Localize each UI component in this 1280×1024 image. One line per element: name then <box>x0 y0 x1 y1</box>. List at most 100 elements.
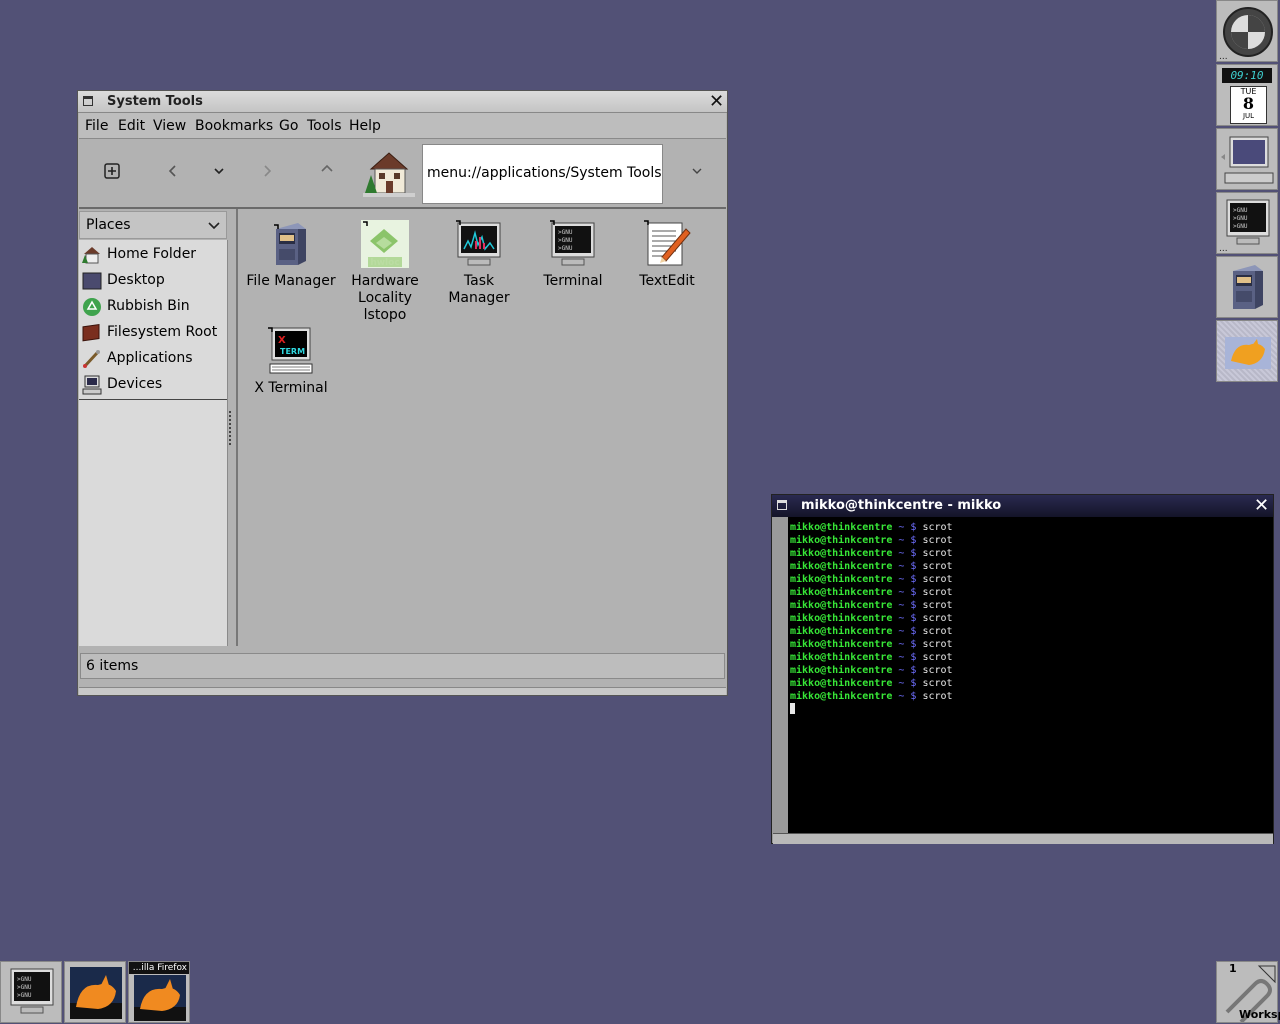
terminal-window: mikko@thinkcentre - mikko ✕ mikko@thinkc… <box>771 494 1274 844</box>
svg-text:>GNU: >GNU <box>558 237 573 244</box>
dock-desktop-tile[interactable] <box>1216 128 1278 190</box>
svg-text:>GNU: >GNU <box>558 229 573 236</box>
computer-icon <box>1221 136 1274 184</box>
sidebar-item-filesystem-root[interactable]: Filesystem Root <box>79 320 227 346</box>
places-selector[interactable]: Places <box>79 211 227 239</box>
workspace-pager[interactable]: 1 Worksp <box>1216 961 1280 1023</box>
terminal-scrollbar[interactable] <box>773 517 788 833</box>
file-cabinet-icon <box>1233 265 1263 309</box>
terminal-output[interactable]: mikko@thinkcentre ~ $ scrot mikko@thinkce… <box>788 517 1273 833</box>
hwloc-icon: hwloc <box>360 219 410 269</box>
svg-text:>GNU: >GNU <box>1233 207 1248 214</box>
places-sidebar: Home Folder Desktop Rubbish Bin Filesyst… <box>79 240 228 646</box>
up-icon[interactable] <box>315 161 339 181</box>
dock-terminal-tile[interactable]: >GNU >GNU >GNU ... <box>1216 192 1278 254</box>
terminal-line: mikko@thinkcentre ~ $ scrot <box>790 574 953 585</box>
menu-view[interactable]: View <box>153 118 186 134</box>
item-x-terminal[interactable]: X TERM X Terminal <box>244 326 338 397</box>
places-title: Places <box>86 217 131 233</box>
terminal-line: mikko@thinkcentre ~ $ scrot <box>790 626 953 637</box>
dock-dots: ... <box>1219 244 1228 254</box>
dock-app-tile[interactable]: ... <box>1216 0 1278 62</box>
menu-tools[interactable]: Tools <box>307 118 342 134</box>
item-textedit[interactable]: TextEdit <box>620 219 714 290</box>
terminal-line: mikko@thinkcentre ~ $ scrot <box>790 522 953 533</box>
toolbar: menu://applications/System Tools <box>79 139 726 209</box>
sidebar-item-applications[interactable]: Applications <box>79 346 227 372</box>
status-bar: 6 items <box>80 653 725 679</box>
system-logo-icon <box>1223 7 1273 57</box>
new-tab-icon[interactable] <box>100 163 124 183</box>
home-folder-icon <box>82 247 100 264</box>
sidebar-item-rubbish-bin[interactable]: Rubbish Bin <box>79 294 227 320</box>
taskbar-terminal[interactable]: >GNU >GNU >GNU <box>0 961 62 1023</box>
terminal-title: mikko@thinkcentre - mikko <box>801 498 1002 513</box>
terminal-line: mikko@thinkcentre ~ $ scrot <box>790 678 953 689</box>
terminal-title-bar[interactable]: mikko@thinkcentre - mikko ✕ <box>772 495 1273 517</box>
svg-text:X: X <box>278 335 286 346</box>
terminal-icon: >GNU>GNU>GNU <box>10 968 54 1014</box>
sidebar-item-home-folder[interactable]: Home Folder <box>79 242 227 268</box>
location-input[interactable]: menu://applications/System Tools <box>422 144 663 204</box>
taskbar-firefox-active[interactable]: ...illa Firefox <box>128 961 190 1023</box>
history-dropdown-icon[interactable] <box>207 163 231 183</box>
window-menu-icon[interactable] <box>777 500 787 510</box>
pane-resize-handle[interactable] <box>229 411 235 445</box>
dock-file-manager-tile[interactable] <box>1216 256 1278 318</box>
menu-bookmarks[interactable]: Bookmarks <box>195 118 273 134</box>
text-editor-icon <box>642 219 692 269</box>
menu-file[interactable]: File <box>85 118 108 134</box>
close-icon[interactable]: ✕ <box>1254 497 1269 515</box>
item-terminal[interactable]: >GNU >GNU >GNU Terminal <box>526 219 620 290</box>
back-icon[interactable] <box>161 163 185 183</box>
menu-bar: File Edit View Bookmarks Go Tools Help <box>79 113 726 139</box>
terminal-line: mikko@thinkcentre ~ $ scrot <box>790 691 953 702</box>
file-cabinet-icon <box>266 219 316 269</box>
item-file-manager[interactable]: File Manager <box>244 219 338 290</box>
terminal-line: mikko@thinkcentre ~ $ scrot <box>790 652 953 663</box>
firefox-icon <box>70 967 122 1019</box>
close-icon[interactable]: ✕ <box>709 93 724 111</box>
location-dropdown-icon[interactable] <box>685 163 709 183</box>
taskbar-window-label: ...illa Firefox <box>129 962 189 974</box>
menu-go[interactable]: Go <box>279 118 298 134</box>
svg-text:>GNU: >GNU <box>1233 223 1248 230</box>
terminal-line: mikko@thinkcentre ~ $ scrot <box>790 561 953 572</box>
home-icon[interactable] <box>363 147 415 199</box>
file-manager-window: System Tools ✕ File Edit View Bookmarks … <box>77 90 728 696</box>
item-hardware-locality[interactable]: hwloc Hardware Locality lstopo <box>338 219 432 324</box>
firefox-icon <box>134 975 186 1021</box>
desktop-icon <box>82 272 102 290</box>
window-menu-icon[interactable] <box>83 96 93 106</box>
terminal-icon: >GNU>GNU>GNU <box>1226 199 1270 245</box>
terminal-resize-bar[interactable] <box>773 833 1273 844</box>
svg-text:>GNU: >GNU <box>1233 215 1248 222</box>
terminal-line: mikko@thinkcentre ~ $ scrot <box>790 535 953 546</box>
workspace-label: Worksp <box>1239 1008 1280 1021</box>
terminal-cursor <box>790 703 795 714</box>
dock-firefox-tile[interactable] <box>1216 320 1278 382</box>
terminal-cursor-line <box>790 703 1273 718</box>
sidebar-item-desktop[interactable]: Desktop <box>79 268 227 294</box>
title-bar[interactable]: System Tools ✕ <box>78 91 727 113</box>
menu-edit[interactable]: Edit <box>118 118 145 134</box>
item-count: 6 items <box>86 658 139 674</box>
forward-icon[interactable] <box>255 163 279 183</box>
filesystem-icon <box>82 324 100 342</box>
xterm-icon: X TERM <box>266 326 316 376</box>
svg-text:>GNU: >GNU <box>17 984 32 991</box>
terminal-line: mikko@thinkcentre ~ $ scrot <box>790 639 953 650</box>
taskbar-firefox[interactable] <box>64 961 126 1023</box>
resize-bar[interactable] <box>79 687 726 695</box>
terminal-line: mikko@thinkcentre ~ $ scrot <box>790 613 953 624</box>
dock-dots: ... <box>1219 52 1228 62</box>
item-task-manager[interactable]: Task Manager <box>432 219 526 307</box>
clock-display: 09:10 <box>1222 68 1272 83</box>
file-view: File Manager hwloc Hardware Locality lst… <box>236 209 727 646</box>
dock-clock-tile[interactable]: 09:10 TUE 8 JUL <box>1216 64 1278 126</box>
menu-help[interactable]: Help <box>349 118 381 134</box>
sidebar-item-devices[interactable]: Devices <box>79 372 227 398</box>
svg-text:>GNU: >GNU <box>17 992 32 999</box>
terminal-line: mikko@thinkcentre ~ $ scrot <box>790 600 953 611</box>
terminal-line: mikko@thinkcentre ~ $ scrot <box>790 587 953 598</box>
